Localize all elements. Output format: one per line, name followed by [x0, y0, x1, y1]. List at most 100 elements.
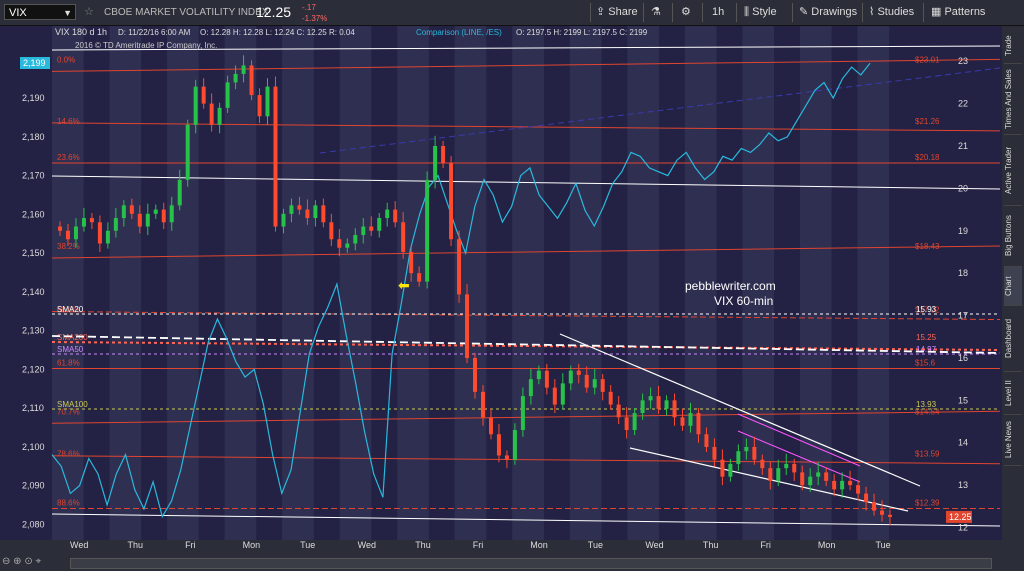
es-tick-label: 2,170 — [22, 171, 45, 181]
timeframe-button[interactable]: 1h — [712, 0, 724, 25]
style-button[interactable]: ⫼ Style — [744, 0, 777, 25]
star-icon[interactable]: ☆ — [84, 0, 94, 25]
right-side-panel: Trade Times And Sales Active Trader Big But… — [1002, 26, 1024, 571]
candle-body — [441, 145, 446, 163]
candle-body — [169, 205, 174, 223]
patterns-button[interactable]: ▦ Patterns — [931, 0, 985, 25]
chart-title: VIX 180 d 1h — [55, 27, 107, 37]
candle-body — [58, 226, 62, 231]
right-tab-chart[interactable]: Chart — [1004, 267, 1022, 306]
candle-body — [752, 446, 757, 460]
candle-body — [377, 218, 382, 231]
candle-body — [465, 294, 470, 358]
chart-area[interactable]: 0.0% $23.01 14.6% $21.26 23.6% $20.18 38.2% $18… — [0, 26, 1002, 540]
instrument-name: CBOE MARKET VOLATILITY INDEX — [104, 7, 269, 18]
candle-body — [201, 86, 206, 104]
candle-body — [784, 463, 789, 469]
es-tick-label: 2,190 — [22, 93, 45, 103]
candle-body — [584, 374, 589, 388]
fib-value-label: $23.01 — [915, 55, 940, 64]
candle-body — [353, 235, 358, 244]
time-tick-label: Thu — [702, 540, 719, 550]
vix-tick-label: 18 — [958, 268, 968, 278]
sma-value-label: 13.93 — [916, 400, 937, 409]
candle-body — [832, 480, 837, 490]
sma-label: SMA20 — [57, 305, 84, 314]
bar-date: D: 11/22/16 6:00 AM — [118, 28, 191, 37]
toolbar-divider — [923, 3, 924, 22]
candle-body — [457, 239, 462, 295]
right-tab-dashboard[interactable]: Dashboard — [1004, 306, 1022, 372]
arrow-left-icon: ⬅ — [398, 277, 410, 293]
zoom-controls: ⊖ ⊕ ⊙ ⌖ — [2, 556, 41, 570]
zoom-out-icon[interactable]: ⊖ — [2, 556, 10, 567]
sma-label: SMA100 — [57, 400, 88, 409]
es-tick-label: 2,160 — [22, 209, 45, 219]
candle-body — [449, 162, 454, 240]
time-tick-label: Tue — [875, 540, 891, 550]
candle-body — [225, 82, 230, 108]
drawings-button[interactable]: ✎ Drawings — [799, 0, 857, 25]
vix-tick-label: 19 — [958, 226, 968, 236]
candle-body — [712, 446, 717, 460]
vix-tick-label: 14 — [958, 438, 968, 448]
fib-percent-label: 0.0% — [57, 55, 75, 64]
candle-body — [337, 239, 342, 248]
day-band — [109, 26, 142, 540]
style-label: Style — [752, 6, 777, 18]
share-button[interactable]: ⇪ Share — [596, 0, 638, 25]
right-tab-level-ii[interactable]: Level II — [1004, 372, 1022, 415]
studies-button[interactable]: ⌇ Studies — [869, 0, 914, 25]
symbol-selector[interactable]: VIX ▼ — [4, 4, 76, 20]
candle-body — [568, 370, 573, 384]
right-tab-live-news[interactable]: Live News — [1004, 415, 1022, 466]
candle-body — [600, 379, 605, 392]
candle-body — [888, 514, 893, 517]
candle-body — [760, 459, 765, 469]
day-band — [627, 26, 659, 540]
es-tick-label: 2,140 — [22, 287, 45, 297]
candle-body — [65, 230, 70, 240]
right-tab-active-trader[interactable]: Active Trader — [1004, 135, 1022, 206]
candle-body — [536, 370, 541, 380]
studies-icon: ⌇ — [869, 6, 875, 18]
toolbar-divider — [702, 3, 703, 22]
candle-body — [361, 226, 366, 236]
gear-icon[interactable]: ⚙ — [681, 0, 691, 25]
fib-value-label: $21.26 — [915, 117, 940, 126]
right-tab-trade[interactable]: Trade — [1004, 28, 1022, 64]
candle-body — [608, 391, 613, 405]
candle-body — [560, 383, 565, 405]
flask-icon[interactable]: ⚗ — [651, 0, 661, 25]
candle-body — [696, 413, 701, 435]
candle-body — [576, 370, 581, 375]
copyright-notice: 2016 © TD Ameritrade IP Company, Inc. — [75, 41, 217, 50]
share-icon: ⇪ — [596, 6, 606, 18]
right-tab-big-buttons[interactable]: Big Buttons — [1004, 206, 1022, 267]
candle-body — [369, 226, 374, 231]
time-tick-label: Tue — [300, 540, 316, 550]
vix-tick-label: 23 — [958, 56, 968, 66]
candle-body — [504, 455, 509, 460]
fib-percent-label: 61.8% — [57, 359, 80, 368]
sma-label: SMA50 — [57, 345, 84, 354]
day-band — [512, 26, 544, 540]
chevron-down-icon[interactable]: ▼ — [63, 5, 72, 21]
day-band — [282, 26, 314, 540]
zoom-in-icon[interactable]: ⊕ — [13, 556, 21, 567]
vix-tick-label: 16 — [958, 353, 968, 363]
candle-body — [520, 396, 525, 431]
candle-body — [736, 451, 741, 464]
candle-body — [273, 86, 278, 227]
horizontal-scrollbar[interactable] — [70, 558, 992, 569]
candle-body — [864, 493, 869, 503]
candle-body — [512, 430, 517, 460]
sma-value-label: 15.25 — [916, 333, 937, 342]
price-chart[interactable]: 0.0% $23.0114.6% $21.2623.6% $20.1838.2% $18… — [0, 26, 1002, 540]
candle-body — [816, 472, 821, 477]
right-tab-times-and-sales[interactable]: Times And Sales — [1004, 64, 1022, 135]
pan-icon[interactable]: ⌖ — [36, 556, 42, 567]
candle-body — [792, 463, 797, 473]
candle-body — [488, 417, 493, 435]
zoom-reset-icon[interactable]: ⊙ — [24, 556, 32, 567]
